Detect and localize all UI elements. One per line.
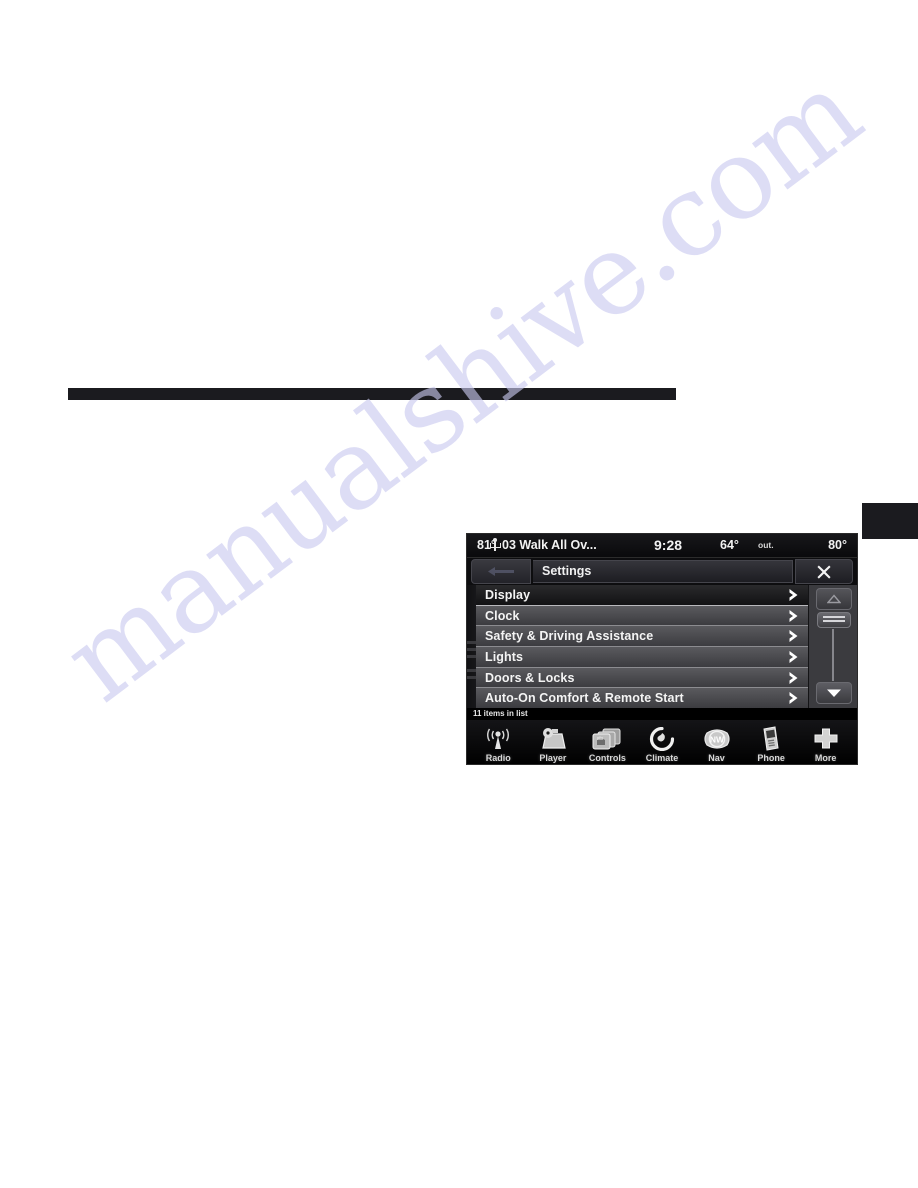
- scroll-down-button[interactable]: [816, 682, 852, 704]
- clock-time: 9:28: [654, 537, 683, 553]
- settings-list-area: Display Clock Safety & Driving Assistanc…: [467, 585, 857, 709]
- passenger-temp-right: 80°: [828, 538, 847, 552]
- page-header-rule: [68, 388, 676, 400]
- chevron-right-icon: [789, 630, 798, 643]
- chevron-right-icon: [789, 588, 798, 601]
- navigation-compass-icon: NW: [703, 728, 730, 749]
- list-scrollbar[interactable]: [808, 585, 857, 708]
- now-playing-track-label: 03 Walk All Ov...: [502, 538, 597, 552]
- toolbar-item-label: Player: [539, 753, 567, 763]
- list-item-label: Doors & Locks: [485, 670, 575, 685]
- outside-temp-label: out.: [758, 540, 774, 550]
- list-item-doors-locks[interactable]: Doors & Locks: [476, 667, 808, 689]
- chevron-right-icon: [789, 650, 798, 663]
- close-button[interactable]: [795, 559, 853, 584]
- media-player-icon: [542, 728, 566, 749]
- list-item-label: Lights: [485, 649, 524, 664]
- triangle-down-icon: [827, 689, 841, 697]
- list-item-display[interactable]: Display: [476, 585, 808, 606]
- settings-list: Display Clock Safety & Driving Assistanc…: [476, 585, 808, 709]
- outside-temp: 64°: [720, 538, 739, 552]
- list-item-label: Safety & Driving Assistance: [485, 629, 654, 644]
- back-button[interactable]: [471, 559, 531, 584]
- list-item-safety-driving-assistance[interactable]: Safety & Driving Assistance: [476, 626, 808, 648]
- vehicle-controls-icon: [592, 728, 621, 749]
- toolbar-item-label: Nav: [708, 753, 725, 763]
- main-toolbar: Radio Player Controls Climate NW Nav Pho…: [467, 720, 857, 764]
- toolbar-item-label: Phone: [757, 753, 785, 763]
- triangle-up-icon: [827, 594, 841, 604]
- phone-handset-icon: [763, 726, 779, 751]
- toolbar-item-nav[interactable]: NW Nav: [691, 725, 743, 764]
- scroll-thumb-handle[interactable]: [817, 612, 851, 628]
- scroll-track[interactable]: [832, 629, 834, 681]
- toolbar-item-label: Climate: [645, 753, 679, 763]
- plus-more-icon: [814, 728, 838, 748]
- toolbar-item-label: Controls: [588, 753, 626, 763]
- svg-text:NW: NW: [709, 734, 724, 744]
- chevron-right-icon: [789, 692, 798, 705]
- toolbar-item-phone[interactable]: Phone: [745, 725, 797, 764]
- toolbar-item-more[interactable]: More: [800, 725, 852, 764]
- toolbar-item-player[interactable]: Player: [527, 725, 579, 764]
- list-item-label: Auto-On Comfort & Remote Start: [485, 691, 684, 706]
- item-count-text: 11 items in list: [467, 708, 857, 720]
- list-item-lights[interactable]: Lights: [476, 647, 808, 668]
- toolbar-item-label: More: [814, 753, 837, 763]
- toolbar-item-radio[interactable]: Radio: [472, 725, 524, 764]
- list-item-label: Clock: [485, 608, 520, 623]
- page-edge-tab-marker: [862, 503, 918, 539]
- list-item-clock[interactable]: Clock: [476, 605, 808, 627]
- title-bar: Settings: [467, 558, 857, 585]
- radio-antenna-icon: [487, 728, 510, 749]
- list-left-gutter: [467, 585, 476, 708]
- head-unit-screen: 81° 03 Walk All Ov... 9:28 64° out. 80° …: [467, 534, 857, 764]
- chevron-right-icon: [789, 671, 798, 684]
- scroll-up-button[interactable]: [816, 588, 852, 610]
- toolbar-item-controls[interactable]: Controls: [581, 725, 633, 764]
- list-item-auto-on-comfort-remote-start[interactable]: Auto-On Comfort & Remote Start: [476, 688, 808, 709]
- close-icon: [817, 564, 831, 579]
- list-item-label: Display: [485, 587, 531, 602]
- back-arrow-icon: [488, 567, 514, 576]
- screen-title: Settings: [533, 560, 793, 583]
- climate-fan-icon: [649, 726, 675, 751]
- toolbar-item-climate[interactable]: Climate: [636, 725, 688, 764]
- usb-icon: [490, 538, 501, 551]
- chevron-right-icon: [789, 609, 798, 622]
- toolbar-item-label: Radio: [485, 753, 511, 763]
- status-bar: 81° 03 Walk All Ov... 9:28 64° out. 80°: [467, 534, 857, 558]
